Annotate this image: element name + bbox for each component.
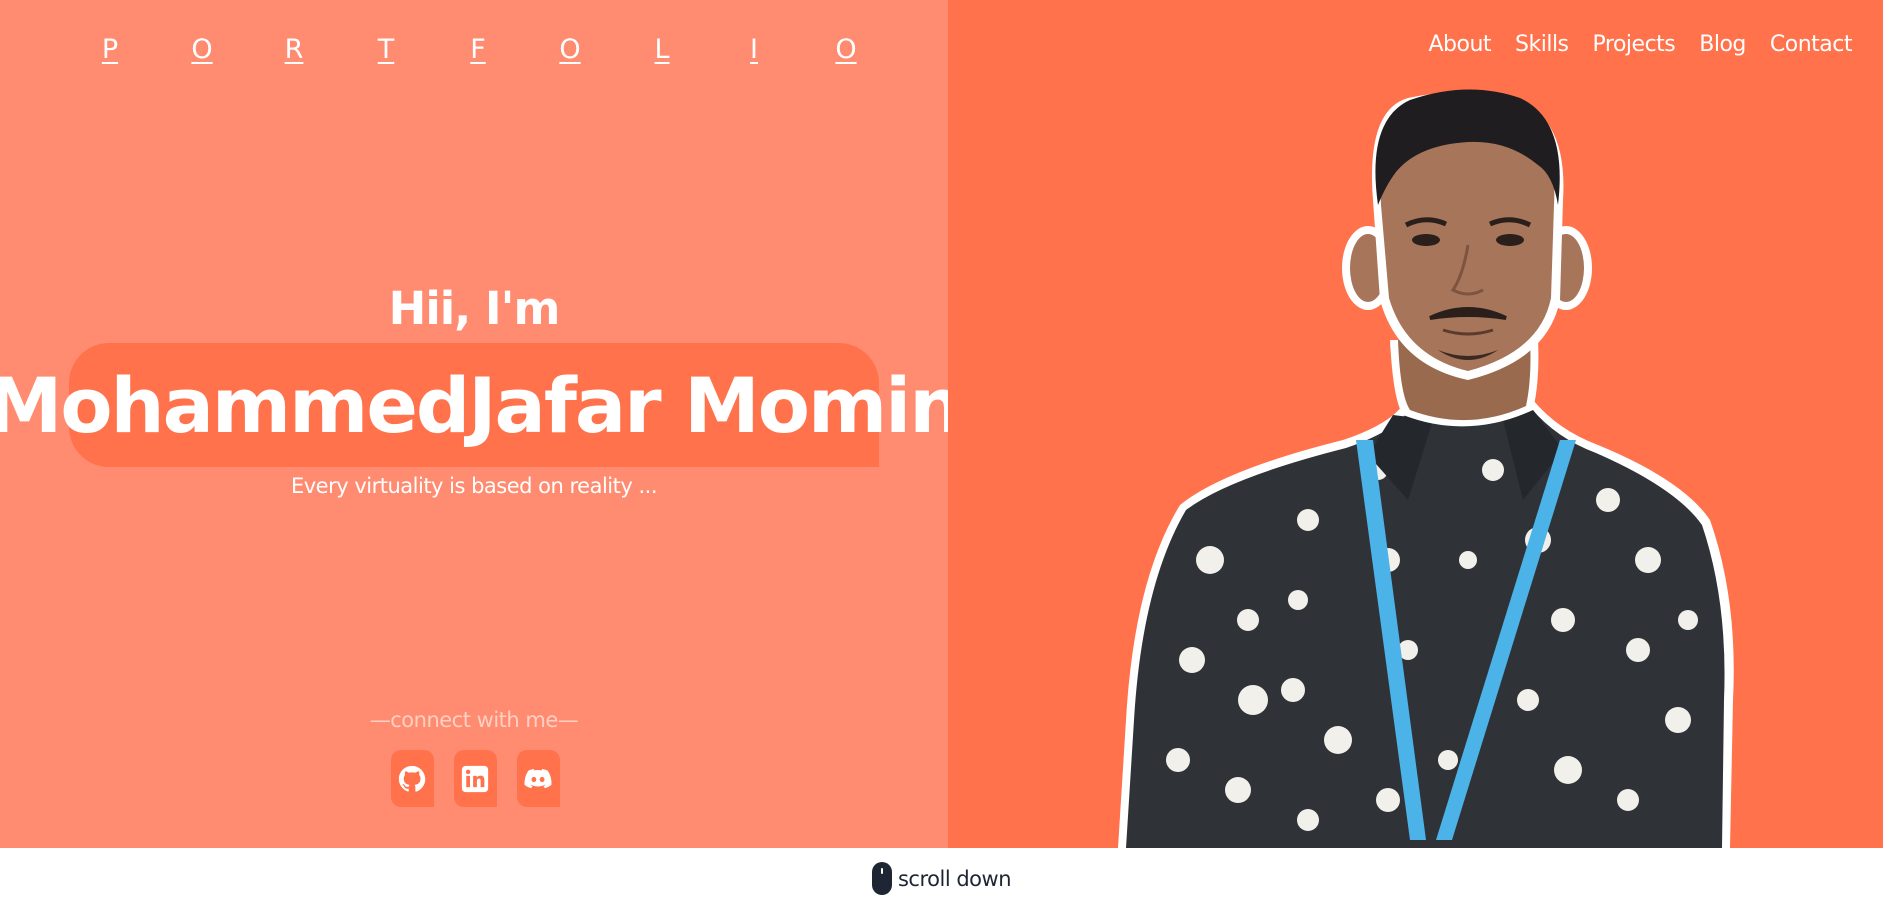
scroll-down-indicator[interactable]: scroll down	[0, 862, 1883, 895]
main-nav: About Skills Projects Blog Contact	[1428, 32, 1852, 57]
brand-letter[interactable]: F	[466, 34, 490, 65]
github-icon	[398, 765, 426, 792]
discord-link[interactable]	[516, 750, 560, 807]
github-link[interactable]	[390, 750, 434, 807]
hero-name: MohammedJafar Momin	[0, 360, 963, 450]
scroll-down-label: scroll down	[897, 866, 1012, 891]
brand-letter[interactable]: I	[742, 34, 766, 65]
discord-icon	[524, 768, 552, 788]
nav-about[interactable]: About	[1428, 32, 1491, 57]
brand-logo[interactable]: P O R T F O L I O	[98, 34, 858, 65]
hero-section: P O R T F O L I O Hii, I'm MohammedJafar…	[0, 0, 1883, 848]
hero-left-panel: P O R T F O L I O Hii, I'm MohammedJafar…	[0, 0, 963, 848]
profile-photo	[1118, 89, 1734, 848]
linkedin-icon	[461, 765, 489, 792]
hero-tagline: Every virtuality is based on reality ...	[290, 474, 658, 498]
hero-greeting: Hii, I'm	[388, 282, 561, 335]
brand-letter[interactable]: T	[374, 34, 398, 65]
linkedin-link[interactable]	[453, 750, 497, 807]
brand-letter[interactable]: P	[98, 34, 122, 65]
nav-blog[interactable]: Blog	[1699, 32, 1746, 57]
connect-label: —connect with me—	[369, 708, 579, 732]
brand-letter[interactable]: R	[282, 34, 306, 65]
brand-letter[interactable]: O	[558, 34, 582, 65]
social-links	[0, 750, 948, 807]
nav-skills[interactable]: Skills	[1515, 32, 1569, 57]
name-highlight-box: MohammedJafar Momin	[0, 343, 963, 467]
nav-contact[interactable]: Contact	[1770, 32, 1853, 57]
brand-letter[interactable]: L	[650, 34, 674, 65]
brand-letter[interactable]: O	[190, 34, 214, 65]
mouse-icon	[871, 862, 892, 895]
brand-letter[interactable]: O	[834, 34, 858, 65]
hero-right-panel: About Skills Projects Blog Contact	[948, 0, 1883, 848]
nav-projects[interactable]: Projects	[1593, 32, 1676, 57]
